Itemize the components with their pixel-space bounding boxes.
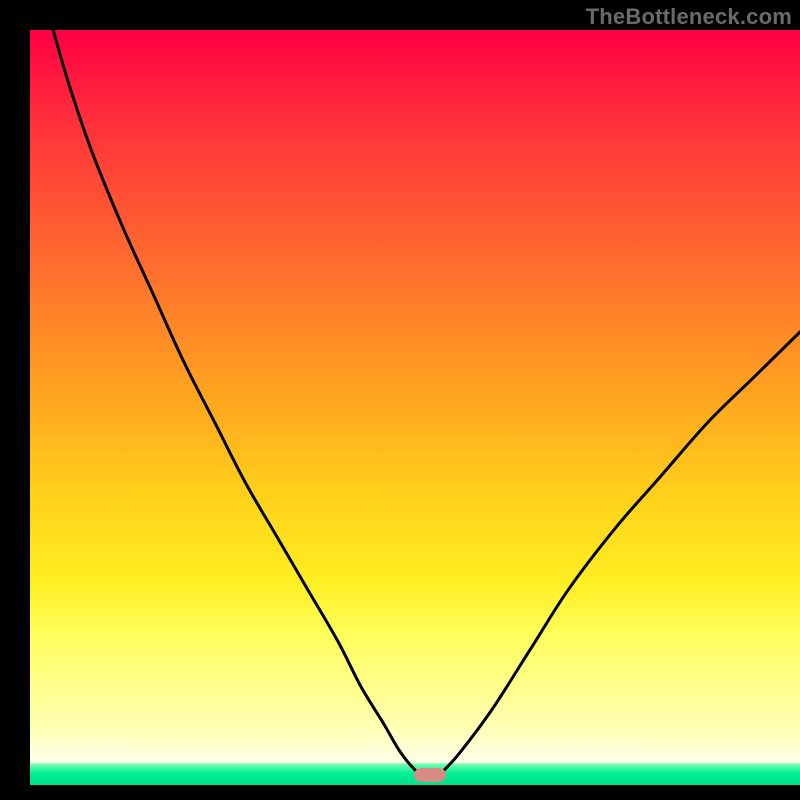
watermark-text: TheBottleneck.com: [586, 4, 792, 30]
plot-area: [30, 30, 800, 785]
bottleneck-curve-path: [53, 30, 800, 776]
min-marker: [414, 768, 446, 782]
curve-svg: [30, 30, 800, 785]
chart-frame: TheBottleneck.com: [0, 0, 800, 800]
